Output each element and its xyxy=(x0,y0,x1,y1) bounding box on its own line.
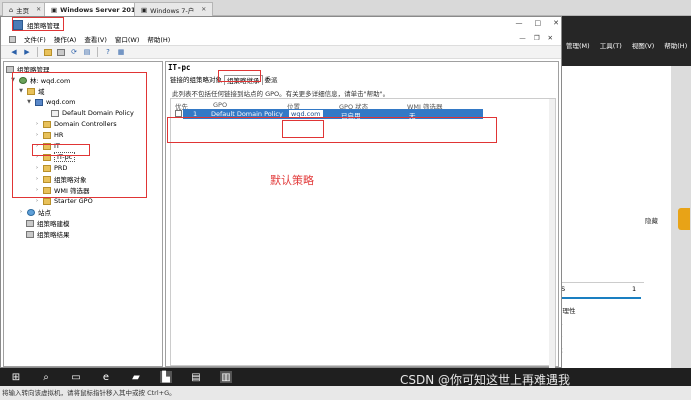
sm-card-accent xyxy=(556,297,641,299)
sm-menu-manage[interactable]: 管理(M) xyxy=(566,40,590,50)
toolbar-divider xyxy=(97,47,98,57)
details-title: IT-pc xyxy=(168,63,191,72)
inner-window-controls: — ❐ ✕ xyxy=(519,34,553,42)
export-icon[interactable]: ▤ xyxy=(82,47,92,57)
menu-action[interactable]: 操作(A) xyxy=(54,34,77,44)
inner-minimize-button[interactable]: — xyxy=(519,34,526,42)
annotation-box-tab xyxy=(218,70,261,82)
inner-restore-button[interactable]: ❐ xyxy=(534,34,540,42)
vm-tab-label: 主页 xyxy=(16,6,30,15)
vm-tab-label: Windows 7-户 xyxy=(150,6,195,15)
chevron-right-icon[interactable]: › xyxy=(18,209,24,215)
file-explorer-icon[interactable]: ▰ xyxy=(130,371,142,383)
sm-hide-link[interactable]: 隐藏 xyxy=(645,215,658,225)
vm-icon: ▣ xyxy=(141,5,148,14)
server-manager-menu: 管理(M) 工具(T) 视图(V) 帮助(H) xyxy=(566,40,687,50)
task-view-icon[interactable]: ▭ xyxy=(70,371,82,383)
tab-delegation[interactable]: 委派 xyxy=(263,75,280,85)
minimize-button[interactable]: — xyxy=(516,19,523,27)
tree-label: 组策略建模 xyxy=(37,220,70,228)
menu-window[interactable]: 窗口(W) xyxy=(115,34,140,44)
grid-scrollbar[interactable] xyxy=(549,99,555,400)
row-checkbox[interactable] xyxy=(175,110,182,117)
close-button[interactable]: ✕ xyxy=(553,19,559,27)
tree-label: 站点 xyxy=(38,209,51,217)
chevron-right-icon[interactable]: › xyxy=(34,198,40,204)
window-controls: — □ ✕ xyxy=(516,19,560,27)
back-arrow-icon[interactable]: ◀ xyxy=(9,47,19,57)
gpmc-taskbar-icon[interactable]: ▤ xyxy=(190,371,202,383)
details-pane: IT-pc 链接的组策略对象 组策略继承 委派 此列表不包括任何链接到站点的 G… xyxy=(165,61,559,400)
vm-tab-label: Windows Server 2016 xyxy=(60,5,140,14)
menu-bar: 文件(F) 操作(A) 查看(V) 窗口(W) 帮助(H) xyxy=(1,33,561,45)
windows-start-icon[interactable]: ⊞ xyxy=(10,371,22,383)
annotation-box-row xyxy=(167,117,497,143)
taskbar: ⊞ ⌕ ▭ e ▰ ▙ ▤ ▥ xyxy=(0,368,691,386)
tree-sites[interactable]: › 站点 xyxy=(18,207,51,217)
notification-flag-icon[interactable] xyxy=(678,208,690,230)
gpmc-active-icon[interactable]: ▥ xyxy=(220,371,232,383)
details-description: 此列表不包括任何链接到站点的 GPO。有关更多详细信息，请单击"帮助"。 xyxy=(172,90,390,98)
menu-view[interactable]: 查看(V) xyxy=(84,34,107,44)
home-icon: ⌂ xyxy=(9,5,14,14)
grid-header: 优先 GPO 位置 GPO 状态 WMI 筛选器 xyxy=(171,99,555,111)
help-icon[interactable]: ? xyxy=(103,47,113,57)
sm-menu-view[interactable]: 视图(V) xyxy=(632,40,655,50)
vm-tab-windows7[interactable]: ▣ Windows 7-户 ✕ xyxy=(134,2,214,16)
sm-card-count: 1 xyxy=(632,285,637,293)
folder-icon xyxy=(43,197,51,205)
modeling-icon xyxy=(26,219,34,227)
status-bar: 将输入转向该虚拟机，请将鼠标指针移入其中或按 Ctrl+G。 xyxy=(0,386,691,400)
vm-tab-home[interactable]: ⌂ 主页 ✕ xyxy=(2,2,49,16)
tab-linked-gpos[interactable]: 链接的组策略对象 xyxy=(168,75,224,85)
gpmc-menu-icon xyxy=(9,35,16,43)
server-manager-icon[interactable]: ▙ xyxy=(160,371,172,383)
title-bar[interactable]: 组策略管理 — □ ✕ xyxy=(1,17,561,33)
sm-menu-tools[interactable]: 工具(T) xyxy=(600,40,622,50)
annotation-box-location xyxy=(282,120,324,138)
col-gpo[interactable]: GPO xyxy=(213,101,227,109)
refresh-icon[interactable]: ⟳ xyxy=(69,47,79,57)
annotation-box-it-pc xyxy=(32,144,90,156)
search-icon[interactable]: ⌕ xyxy=(40,371,52,383)
site-icon xyxy=(27,208,35,216)
close-icon[interactable]: ✕ xyxy=(201,6,206,13)
toolbar: ◀ ▶ ⟳ ▤ ? ▦ xyxy=(1,45,561,59)
tree-modeling[interactable]: 组策略建模 xyxy=(26,218,70,228)
properties-icon[interactable]: ▦ xyxy=(116,47,126,57)
vm-tab-strip: ⌂ 主页 ✕ ▣ Windows Server 2016 ✕ ▣ Windows… xyxy=(0,0,691,16)
tree-label: 组策略结果 xyxy=(37,231,70,239)
edge-icon[interactable]: e xyxy=(100,371,112,383)
menu-help[interactable]: 帮助(H) xyxy=(147,34,170,44)
vm-icon: ▣ xyxy=(51,5,58,14)
folder-up-icon[interactable] xyxy=(43,47,53,57)
sm-role-card[interactable] xyxy=(555,282,644,368)
menu-file[interactable]: 文件(F) xyxy=(24,34,46,44)
tree-label: Starter GPO xyxy=(54,197,93,205)
annotation-box-tree xyxy=(12,72,147,198)
console-tree-icon[interactable] xyxy=(56,47,66,57)
annotation-text: 默认策略 xyxy=(270,174,314,187)
forward-arrow-icon[interactable]: ▶ xyxy=(22,47,32,57)
annotation-box-title xyxy=(12,17,64,31)
sm-menu-help[interactable]: 帮助(H) xyxy=(664,40,687,50)
results-icon xyxy=(26,230,34,238)
maximize-button[interactable]: □ xyxy=(535,19,542,27)
close-icon[interactable]: ✕ xyxy=(36,6,41,13)
toolbar-divider xyxy=(37,47,38,57)
tree-results[interactable]: 组策略结果 xyxy=(26,229,70,239)
inner-close-button[interactable]: ✕ xyxy=(548,34,553,42)
